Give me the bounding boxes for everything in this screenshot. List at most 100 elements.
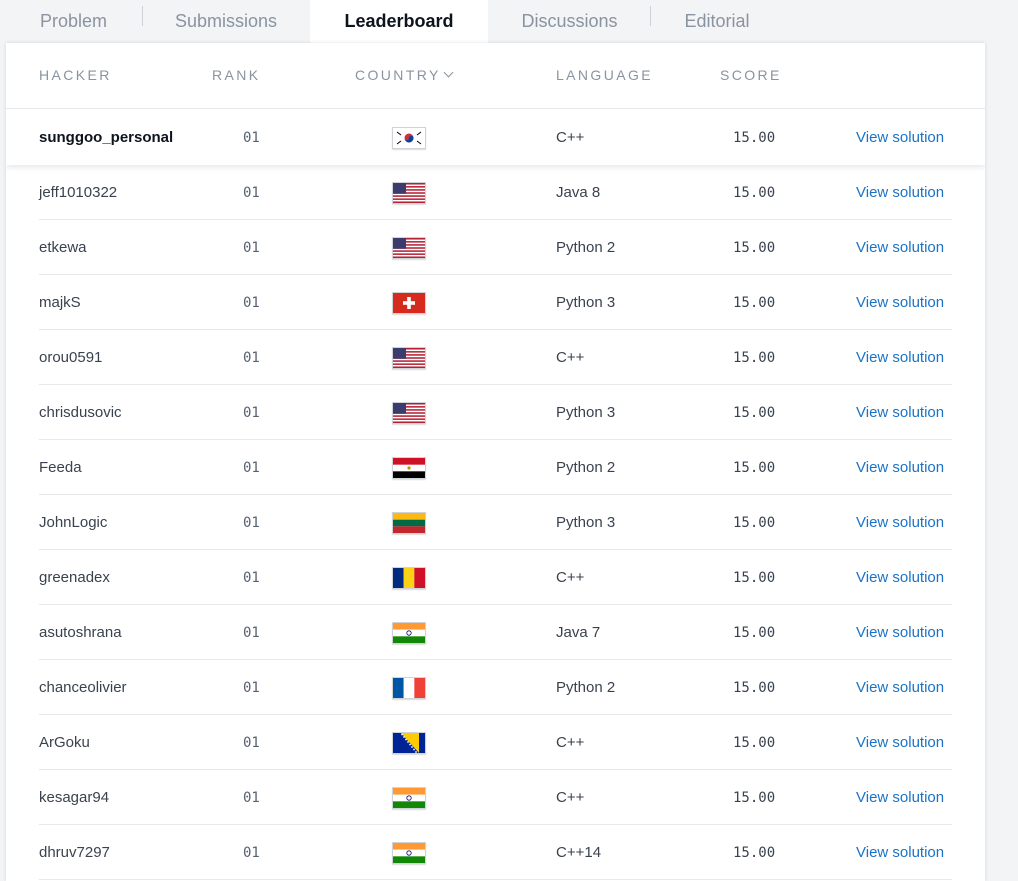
tab-problem[interactable]: Problem — [0, 0, 147, 43]
language-value: C++ — [556, 789, 585, 806]
rank-value: 01 — [243, 789, 260, 806]
view-solution-link[interactable]: View solution — [856, 660, 944, 715]
view-solution-link[interactable]: View solution — [856, 275, 944, 330]
view-solution-link[interactable]: View solution — [856, 495, 944, 550]
rank-value: 01 — [243, 459, 260, 476]
score-value: 15.00 — [733, 679, 776, 696]
score-value: 15.00 — [733, 184, 776, 201]
ro-flag-icon — [392, 566, 426, 589]
tab-submissions[interactable]: Submissions — [150, 0, 302, 43]
table-row: etkewa 01 Python 2 15.00 View solution — [6, 220, 985, 275]
score-value: 15.00 — [733, 404, 776, 421]
view-solution-link[interactable]: View solution — [856, 110, 944, 165]
us-flag-icon — [392, 236, 426, 259]
language-value: Python 3 — [556, 514, 616, 531]
country-flag — [392, 440, 426, 495]
row-divider — [39, 879, 952, 880]
view-solution-link[interactable]: View solution — [856, 220, 944, 275]
header-country: COUNTRY — [355, 67, 441, 83]
country-flag — [392, 550, 426, 605]
country-flag — [392, 110, 426, 165]
country-flag — [392, 220, 426, 275]
view-solution-link[interactable]: View solution — [856, 440, 944, 495]
hacker-name[interactable]: chrisdusovic — [39, 385, 122, 440]
view-solution-link[interactable]: View solution — [856, 605, 944, 660]
header-hacker: HACKER — [39, 67, 112, 83]
country-flag — [392, 275, 426, 330]
language-value: Python 2 — [556, 239, 616, 256]
hacker-name[interactable]: kesagar94 — [39, 770, 109, 825]
us-flag-icon — [392, 346, 426, 369]
language-value: C++14 — [556, 844, 602, 861]
score-value: 15.00 — [733, 624, 776, 641]
language-value: C++ — [556, 569, 585, 586]
score-value: 15.00 — [733, 349, 776, 366]
fr-flag-icon — [392, 676, 426, 699]
ch-flag-icon — [392, 291, 426, 314]
header-country-sort[interactable]: COUNTRY — [355, 67, 454, 85]
tab-leaderboard[interactable]: Leaderboard — [310, 0, 488, 43]
view-solution-link[interactable]: View solution — [856, 770, 944, 825]
language-value: Python 2 — [556, 679, 616, 696]
view-solution-link[interactable]: View solution — [856, 825, 944, 880]
tab-editorial[interactable]: Editorial — [658, 0, 776, 43]
view-solution-link[interactable]: View solution — [856, 165, 944, 220]
table-row: JohnLogic 01 Python 3 15.00 View solution — [6, 495, 985, 550]
score-value: 15.00 — [733, 239, 776, 256]
hacker-name[interactable]: orou0591 — [39, 330, 102, 385]
table-row: Feeda 01 Python 2 15.00 View solution — [6, 440, 985, 495]
language-value: Python 3 — [556, 404, 616, 421]
hacker-name[interactable]: Feeda — [39, 440, 82, 495]
rank-value: 01 — [243, 129, 260, 146]
hacker-name[interactable]: jeff1010322 — [39, 165, 117, 220]
hacker-name[interactable]: sunggoo_personal — [39, 110, 173, 165]
table-row: jeff1010322 01 Java 8 15.00 View solution — [6, 165, 985, 220]
table-row: majkS 01 Python 3 15.00 View solution — [6, 275, 985, 330]
language-value: Java 7 — [556, 624, 601, 641]
view-solution-link[interactable]: View solution — [856, 550, 944, 605]
rank-value: 01 — [243, 734, 260, 751]
table-row: dhruv7297 01 C++14 15.00 View solution — [6, 825, 985, 880]
rank-value: 01 — [243, 514, 260, 531]
lt-flag-icon — [392, 511, 426, 534]
hacker-name[interactable]: greenadex — [39, 550, 110, 605]
language-value: C++ — [556, 349, 585, 366]
kr-flag-icon — [392, 126, 426, 149]
country-flag — [392, 330, 426, 385]
header-score: SCORE — [720, 67, 782, 83]
table-row: orou0591 01 C++ 15.00 View solution — [6, 330, 985, 385]
table-row: kesagar94 01 C++ 15.00 View solution — [6, 770, 985, 825]
hacker-name[interactable]: JohnLogic — [39, 495, 107, 550]
score-value: 15.00 — [733, 734, 776, 751]
country-flag — [392, 660, 426, 715]
rank-value: 01 — [243, 239, 260, 256]
table-row: asutoshrana 01 Java 7 15.00 View solution — [6, 605, 985, 660]
hacker-name[interactable]: dhruv7297 — [39, 825, 110, 880]
table-row-current-user: sunggoo_personal 01 C++ 15.00 View solution — [6, 110, 985, 165]
hacker-name[interactable]: asutoshrana — [39, 605, 122, 660]
hacker-name[interactable]: ArGoku — [39, 715, 90, 770]
in-flag-icon — [392, 621, 426, 644]
rank-value: 01 — [243, 624, 260, 641]
view-solution-link[interactable]: View solution — [856, 715, 944, 770]
tab-discussions[interactable]: Discussions — [498, 0, 641, 43]
view-solution-link[interactable]: View solution — [856, 330, 944, 385]
hacker-name[interactable]: majkS — [39, 275, 81, 330]
table-row: ArGoku 01 C++ 15.00 View solution — [6, 715, 985, 770]
score-value: 15.00 — [733, 514, 776, 531]
tab-divider — [650, 6, 651, 26]
score-value: 15.00 — [733, 569, 776, 586]
header-language: LANGUAGE — [556, 67, 653, 83]
tab-bar: Problem Submissions Leaderboard Discussi… — [0, 0, 1018, 43]
language-value: Python 2 — [556, 459, 616, 476]
country-flag — [392, 770, 426, 825]
rank-value: 01 — [243, 294, 260, 311]
country-flag — [392, 495, 426, 550]
score-value: 15.00 — [733, 129, 776, 146]
hacker-name[interactable]: chanceolivier — [39, 660, 127, 715]
table-header: HACKER RANK COUNTRY LANGUAGE SCORE — [6, 43, 985, 109]
rank-value: 01 — [243, 569, 260, 586]
hacker-name[interactable]: etkewa — [39, 220, 87, 275]
score-value: 15.00 — [733, 844, 776, 861]
view-solution-link[interactable]: View solution — [856, 385, 944, 440]
